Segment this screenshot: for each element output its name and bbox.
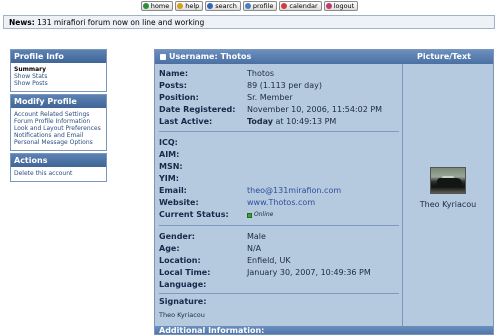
username-title: Username: Thotos	[160, 50, 251, 64]
sidebar-item-notifications[interactable]: Notifications and Email	[14, 132, 104, 139]
picture-text-title: Picture/Text	[417, 52, 471, 61]
gender-label: Gender:	[159, 232, 195, 241]
calendar-label: calendar	[289, 2, 318, 10]
sidebar-item-pm-options[interactable]: Personal Message Options	[14, 139, 104, 146]
profile-summary-panel: Username: Thotos Picture/Text Name: Thoto…	[154, 49, 494, 335]
user-icon	[160, 53, 166, 60]
additional-info-header: Additional Information:	[155, 326, 493, 334]
modify-profile-box: Modify Profile Account Related Settings …	[10, 94, 107, 151]
website-link[interactable]: www.Thotos.com	[247, 197, 315, 209]
gender-value: Male	[247, 232, 266, 241]
online-status-icon	[247, 212, 252, 218]
section-divider	[159, 293, 399, 294]
local-time-value: January 30, 2007, 10:49:36 PM	[247, 268, 371, 277]
name-label: Name:	[159, 69, 189, 78]
icq-label: ICQ:	[159, 138, 178, 147]
actions-box: Actions Delete this account	[10, 153, 107, 182]
home-button[interactable]: home	[140, 1, 174, 11]
profile-label: profile	[252, 2, 274, 10]
news-bar: News: 131 mirafiori forum now on line an…	[3, 15, 495, 29]
section-divider	[159, 131, 399, 132]
sidebar-item-forum-profile[interactable]: Forum Profile Information	[14, 118, 104, 125]
age-value: N/A	[247, 244, 262, 253]
logout-label: logout	[333, 2, 355, 10]
current-status-label: Current Status:	[159, 210, 229, 219]
help-label: help	[185, 2, 200, 10]
aim-label: AIM:	[159, 150, 180, 159]
search-button[interactable]: search	[205, 1, 241, 11]
sidebar-item-show-stats[interactable]: Show Stats	[14, 73, 104, 80]
location-value: Enfield, UK	[247, 256, 291, 265]
last-active-time: at 10:49:13 PM	[272, 117, 337, 126]
signature-value: Theo Kyriacou	[159, 311, 205, 319]
sidebar-item-summary[interactable]: Summary	[14, 66, 104, 73]
section-divider	[159, 225, 399, 226]
help-button[interactable]: help	[175, 1, 204, 11]
website-label: Website:	[159, 198, 199, 207]
car-body	[437, 178, 462, 187]
location-label: Location:	[159, 256, 201, 265]
date-registered-value: November 10, 2006, 11:54:02 PM	[247, 105, 383, 114]
profile-button[interactable]: profile	[242, 1, 278, 11]
sidebar-item-account-settings[interactable]: Account Related Settings	[14, 111, 104, 118]
logout-button[interactable]: logout	[323, 1, 359, 11]
last-active-today: Today	[247, 117, 273, 126]
posts-value: 89 (1.113 per day)	[247, 81, 322, 90]
language-label: Language:	[159, 280, 207, 289]
calendar-button[interactable]: calendar	[279, 1, 322, 11]
profile-sidebar: Profile Info Summary Show Stats Show Pos…	[10, 49, 107, 184]
home-icon	[142, 3, 149, 9]
local-time-label: Local Time:	[159, 268, 211, 277]
posts-label: Posts:	[159, 81, 187, 90]
name-value: Thotos	[247, 69, 275, 78]
search-label: search	[215, 2, 237, 10]
logout-icon	[325, 3, 332, 9]
home-label: home	[150, 2, 170, 10]
calendar-icon	[281, 3, 288, 9]
profile-icon	[244, 3, 251, 9]
avatar-name: Theo Kyriacou	[419, 200, 477, 209]
news-text: 131 mirafiori forum now on line and work…	[37, 18, 205, 27]
email-label: Email:	[159, 186, 187, 195]
sidebar-item-look-layout[interactable]: Look and Layout Preferences	[14, 125, 104, 132]
username-text: Username: Thotos	[169, 52, 252, 61]
current-status-value: Online	[247, 209, 273, 222]
profile-header: Username: Thotos Picture/Text	[155, 50, 493, 64]
age-label: Age:	[159, 244, 180, 253]
signature-label: Signature:	[159, 297, 207, 306]
position-label: Position:	[159, 93, 199, 102]
column-divider	[402, 64, 403, 326]
yim-label: YIM:	[159, 174, 179, 183]
avatar	[430, 167, 466, 194]
news-label: News:	[9, 18, 35, 27]
help-icon	[177, 3, 184, 9]
email-link[interactable]: theo@131mirafion.com	[247, 185, 341, 197]
sidebar-item-show-posts[interactable]: Show Posts	[14, 80, 104, 87]
profile-info-heading: Profile Info	[11, 50, 106, 63]
date-registered-label: Date Registered:	[159, 105, 236, 114]
online-status-text: Online	[254, 211, 274, 218]
sidebar-item-delete-account[interactable]: Delete this account	[14, 170, 104, 177]
last-active-value: Today at 10:49:13 PM	[247, 116, 336, 128]
msn-label: MSN:	[159, 162, 183, 171]
profile-info-box: Profile Info Summary Show Stats Show Pos…	[10, 49, 107, 92]
search-icon	[207, 3, 214, 9]
actions-heading: Actions	[11, 154, 106, 167]
modify-profile-heading: Modify Profile	[11, 95, 106, 108]
position-value: Sr. Member	[247, 93, 293, 102]
top-menu: home help search profile calendar logout	[0, 1, 499, 13]
last-active-label: Last Active:	[159, 117, 213, 126]
